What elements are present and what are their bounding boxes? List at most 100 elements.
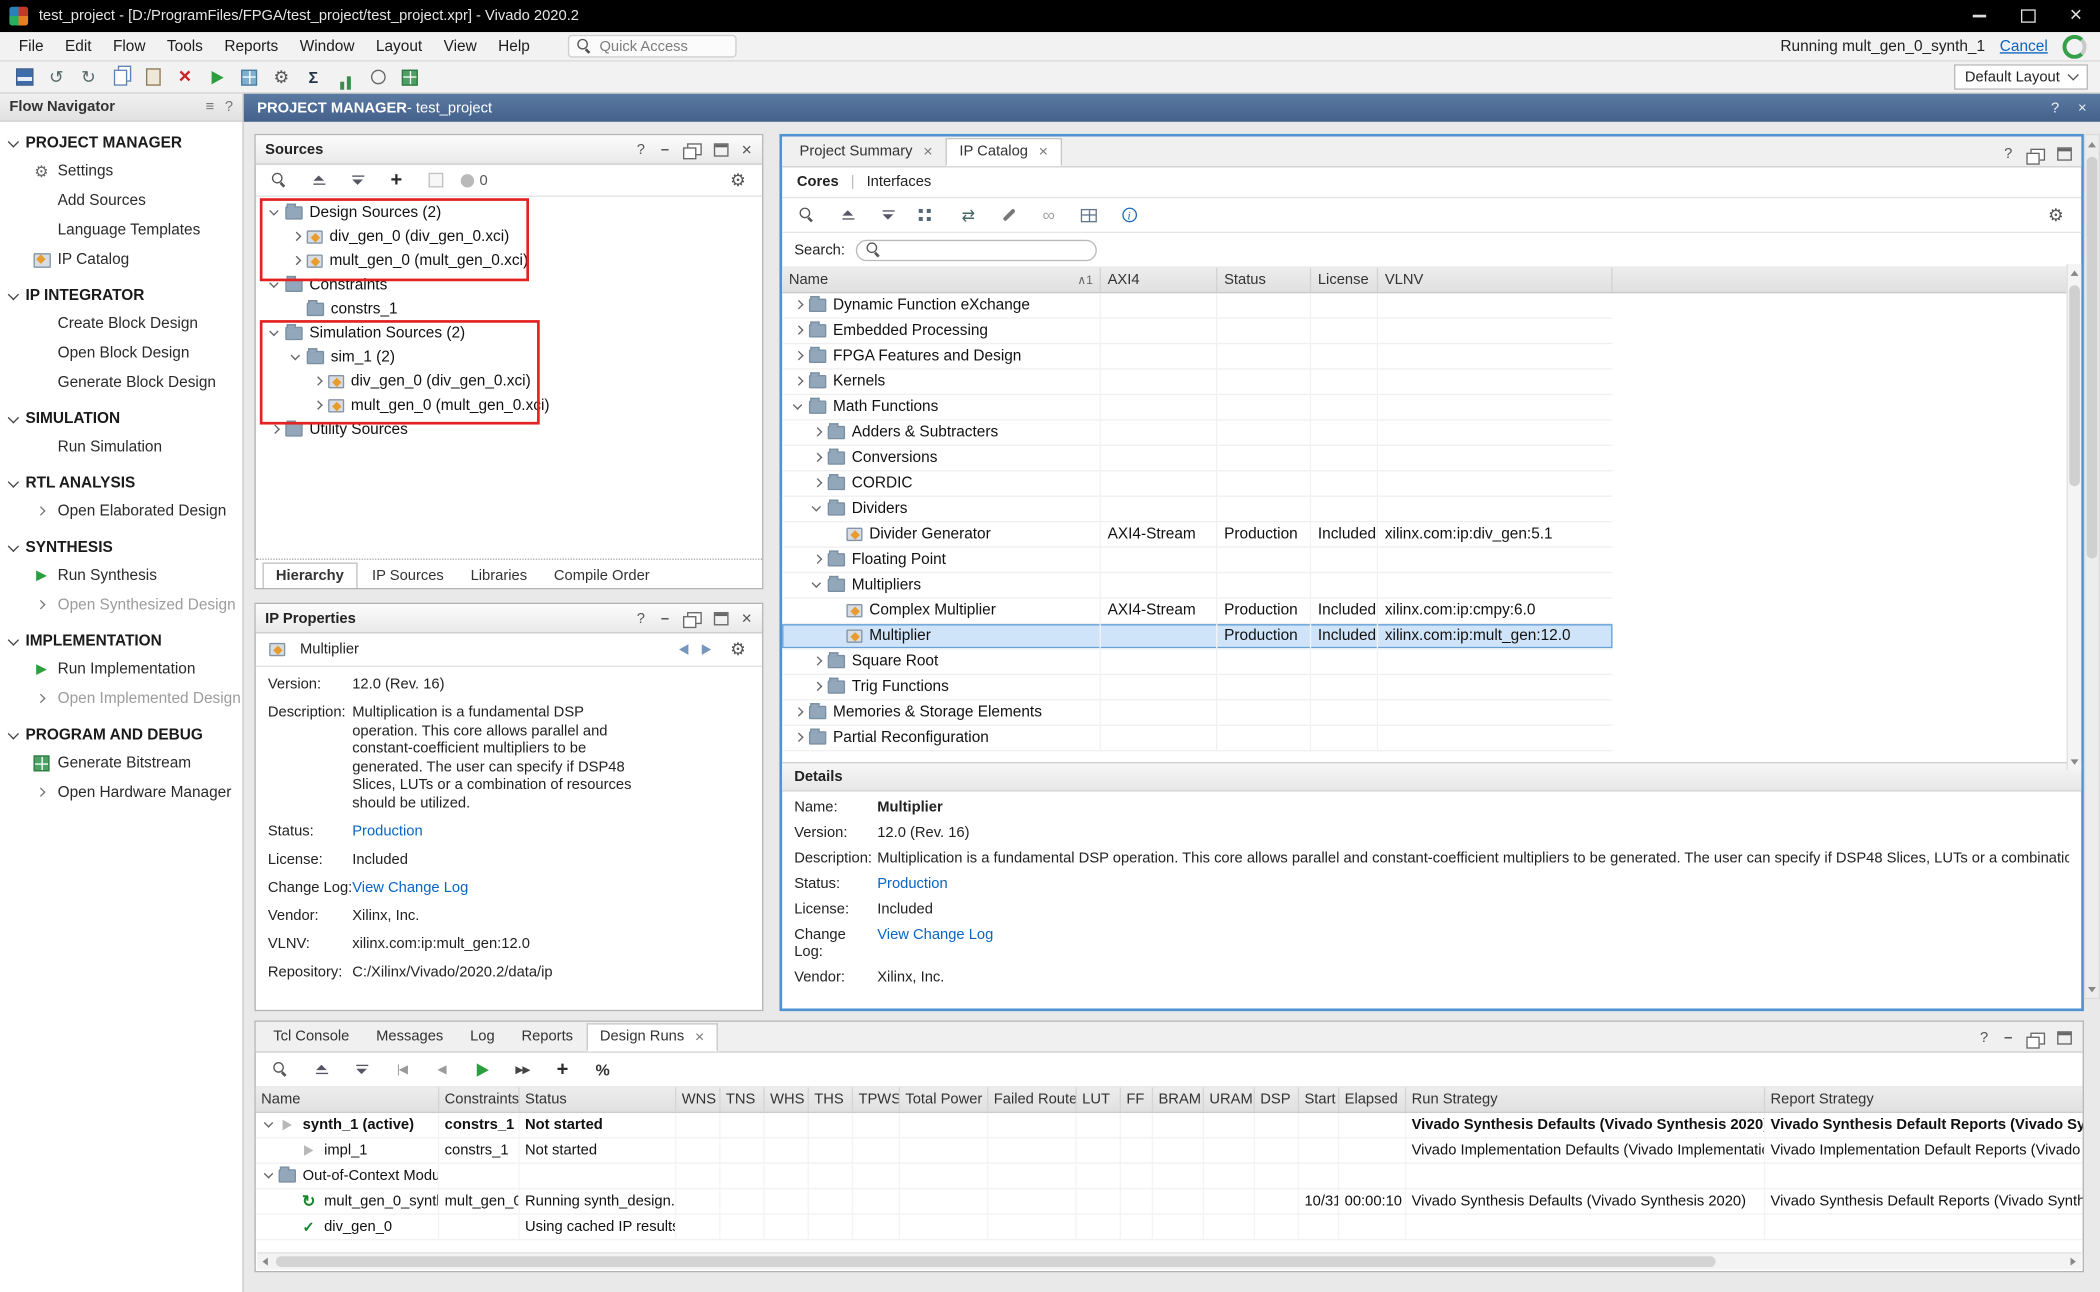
scroll-right-icon[interactable]: [2065, 1254, 2081, 1270]
minimize-button[interactable]: [1955, 0, 2003, 32]
tree-item[interactable]: Simulation Sources (2): [256, 321, 762, 345]
info-icon[interactable]: [1116, 202, 1143, 227]
flow-navigator-entry[interactable]: IP Catalog: [0, 245, 242, 274]
column-header-license[interactable]: License: [1311, 268, 1378, 292]
expand-arrow-icon[interactable]: [790, 399, 806, 415]
add-icon[interactable]: [549, 1057, 576, 1082]
column-header-vlnv[interactable]: VLNV: [1378, 268, 1612, 292]
quick-access-search[interactable]: Quick Access: [567, 35, 736, 58]
ip-catalog-row[interactable]: FPGA Features and Design: [782, 344, 1612, 369]
section-collapse-icon[interactable]: [8, 540, 19, 551]
column-header[interactable]: WHS: [765, 1087, 809, 1111]
subtab-cores[interactable]: Cores: [797, 174, 839, 190]
expand-arrow-icon[interactable]: [288, 350, 304, 366]
sources-view-tab[interactable]: Compile Order: [542, 564, 662, 588]
flow-navigator-entry[interactable]: Language Templates: [0, 216, 242, 245]
search-icon[interactable]: [268, 1057, 295, 1082]
design-run-row[interactable]: div_gen_0 Using cached IP results: [256, 1215, 2083, 1240]
column-header[interactable]: Name: [256, 1087, 439, 1111]
ip-catalog-row[interactable]: Multiplier Production Included xilinx.co…: [782, 624, 1612, 649]
tab-ip-catalog[interactable]: IP Catalog: [946, 138, 1061, 166]
design-run-row[interactable]: Out-of-Context Module Runs: [256, 1164, 2083, 1189]
timer-icon[interactable]: [364, 64, 391, 89]
close-icon[interactable]: [1039, 146, 1048, 157]
column-header[interactable]: TPWS: [853, 1087, 900, 1111]
expand-arrow-icon[interactable]: [809, 577, 825, 593]
menu-item[interactable]: View: [433, 38, 488, 54]
section-collapse-icon[interactable]: [8, 136, 19, 147]
percent-icon[interactable]: [589, 1057, 616, 1082]
section-collapse-icon[interactable]: [8, 728, 19, 739]
search-icon[interactable]: [267, 167, 294, 192]
column-header[interactable]: Report Strategy: [1765, 1087, 2082, 1111]
expand-arrow-icon[interactable]: [32, 786, 51, 799]
maximize-icon[interactable]: [714, 611, 729, 624]
flow-navigator-entry[interactable]: Settings: [0, 157, 242, 186]
paste-icon[interactable]: [139, 64, 166, 89]
search-icon[interactable]: [794, 202, 821, 227]
delete-icon[interactable]: [171, 64, 198, 89]
maximize-icon[interactable]: [2057, 147, 2072, 160]
link-icon[interactable]: [1035, 202, 1062, 227]
expand-arrow-icon[interactable]: [283, 1142, 299, 1158]
help-icon[interactable]: ?: [225, 99, 233, 115]
ip-catalog-row[interactable]: Square Root: [782, 650, 1612, 675]
column-header[interactable]: DSP: [1255, 1087, 1299, 1111]
tree-item[interactable]: div_gen_0 (div_gen_0.xci): [256, 225, 762, 249]
ip-catalog-row[interactable]: Kernels: [782, 370, 1612, 395]
flow-navigator-entry[interactable]: PROGRAM AND DEBUG: [0, 714, 242, 749]
minimize-icon[interactable]: [659, 141, 671, 157]
expand-arrow-icon[interactable]: [267, 277, 283, 293]
expand-arrow-icon[interactable]: [790, 704, 806, 720]
float-icon[interactable]: [2030, 1032, 2045, 1044]
sources-view-tab[interactable]: Hierarchy: [262, 562, 357, 587]
help-icon[interactable]: ?: [2051, 100, 2059, 116]
expand-all-icon[interactable]: [875, 202, 902, 227]
close-icon[interactable]: [923, 146, 932, 157]
close-icon[interactable]: [695, 1031, 704, 1042]
add-icon[interactable]: [383, 167, 410, 192]
help-icon[interactable]: [635, 610, 647, 626]
step-forward-icon[interactable]: [509, 1057, 536, 1082]
flow-navigator-entry[interactable]: PROJECT MANAGER: [0, 122, 242, 157]
expand-arrow-icon[interactable]: [828, 526, 844, 542]
column-header[interactable]: THS: [809, 1087, 853, 1111]
section-collapse-icon[interactable]: [8, 412, 19, 423]
expand-arrow-icon[interactable]: [809, 654, 825, 670]
scrollbar-thumb[interactable]: [2069, 285, 2080, 486]
forward-arrow-icon[interactable]: [702, 644, 711, 655]
design-run-row[interactable]: impl_1 constrs_1 Not started: [256, 1138, 2083, 1163]
float-icon[interactable]: [687, 612, 702, 624]
column-header-status[interactable]: Status: [1217, 268, 1311, 292]
sources-view-tab[interactable]: IP Sources: [360, 564, 456, 588]
flow-navigator-entry[interactable]: Open Elaborated Design: [0, 497, 242, 526]
layout-selector[interactable]: Default Layout: [1954, 64, 2088, 89]
help-icon[interactable]: [635, 141, 647, 157]
ip-catalog-row[interactable]: Multipliers: [782, 573, 1612, 598]
expand-arrow-icon[interactable]: [790, 374, 806, 390]
scroll-down-icon[interactable]: [2085, 982, 2098, 997]
settings-gear-icon[interactable]: [725, 637, 752, 662]
expand-arrow-icon[interactable]: [790, 297, 806, 313]
run-icon[interactable]: [469, 1057, 496, 1082]
workspace-vertical-scrollbar[interactable]: [2084, 134, 2100, 999]
ip-catalog-row[interactable]: Trig Functions: [782, 675, 1612, 700]
column-header-name[interactable]: Name ∧1: [782, 268, 1101, 292]
flow-navigator-entry[interactable]: Run Simulation: [0, 433, 242, 462]
column-header[interactable]: Status: [520, 1087, 677, 1111]
flow-navigator-entry[interactable]: Add Sources: [0, 186, 242, 215]
close-icon[interactable]: [741, 141, 753, 157]
close-icon[interactable]: ×: [2078, 100, 2087, 116]
design-run-row[interactable]: mult_gen_0_synth_1 mult_gen_0 Running sy…: [256, 1189, 2083, 1214]
scrollbar-thumb[interactable]: [2087, 157, 2098, 559]
column-header[interactable]: Start: [1299, 1087, 1339, 1111]
back-arrow-icon[interactable]: [679, 644, 688, 655]
scroll-left-icon[interactable]: [257, 1254, 273, 1270]
expand-arrow-icon[interactable]: [267, 325, 283, 341]
expand-arrow-icon[interactable]: [32, 505, 51, 518]
expand-arrow-icon[interactable]: [809, 501, 825, 517]
ip-catalog-row[interactable]: Conversions: [782, 446, 1612, 471]
scrollbar-thumb[interactable]: [276, 1256, 1716, 1267]
reorder-icon[interactable]: [955, 202, 982, 227]
ip-catalog-row[interactable]: CORDIC: [782, 471, 1612, 496]
